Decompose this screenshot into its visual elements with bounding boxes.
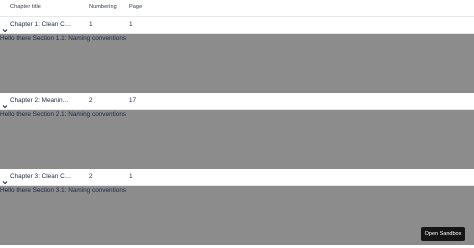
table-row[interactable]: Chapter 2: Meaningful ... 2 17 xyxy=(0,93,474,110)
chapters-table: Chapter title Numbering Page Chapter 1: … xyxy=(0,0,474,245)
row-details-panel: Hello there Section 2.1: Naming conventi… xyxy=(0,110,474,169)
row-details-text: Hello there Section 1.1: Naming conventi… xyxy=(0,35,127,42)
row-title: Chapter 1: Clean Code xyxy=(10,21,72,28)
row-details-text: Hello there Section 2.1: Naming conventi… xyxy=(0,111,127,118)
column-header-page[interactable]: Page xyxy=(129,4,142,10)
chevron-down-icon[interactable] xyxy=(2,173,8,185)
chevron-down-icon[interactable] xyxy=(2,21,8,33)
row-page: 1 xyxy=(129,173,133,180)
row-numbering: 1 xyxy=(89,21,93,28)
row-numbering: 2 xyxy=(89,97,93,104)
table-header: Chapter title Numbering Page xyxy=(0,0,474,17)
row-title: Chapter 2: Meaningful ... xyxy=(10,97,72,104)
chevron-down-icon[interactable] xyxy=(2,97,8,109)
table-row[interactable]: Chapter 3: Clean Code 2 1 xyxy=(0,169,474,186)
row-page: 1 xyxy=(129,21,133,28)
row-details-panel: Hello there Section 1.1: Naming conventi… xyxy=(0,34,474,93)
row-page: 17 xyxy=(129,97,137,104)
table-row[interactable]: Chapter 1: Clean Code 1 1 xyxy=(0,17,474,34)
row-details-panel: Hello there Section 3.1: Naming conventi… xyxy=(0,186,474,245)
column-header-title[interactable]: Chapter title xyxy=(10,4,41,10)
open-sandbox-button[interactable]: Open Sandbox xyxy=(421,227,465,241)
row-title: Chapter 3: Clean Code xyxy=(10,173,72,180)
row-numbering: 2 xyxy=(89,173,93,180)
row-details-text: Hello there Section 3.1: Naming conventi… xyxy=(0,187,127,194)
column-header-numbering[interactable]: Numbering xyxy=(89,4,117,10)
